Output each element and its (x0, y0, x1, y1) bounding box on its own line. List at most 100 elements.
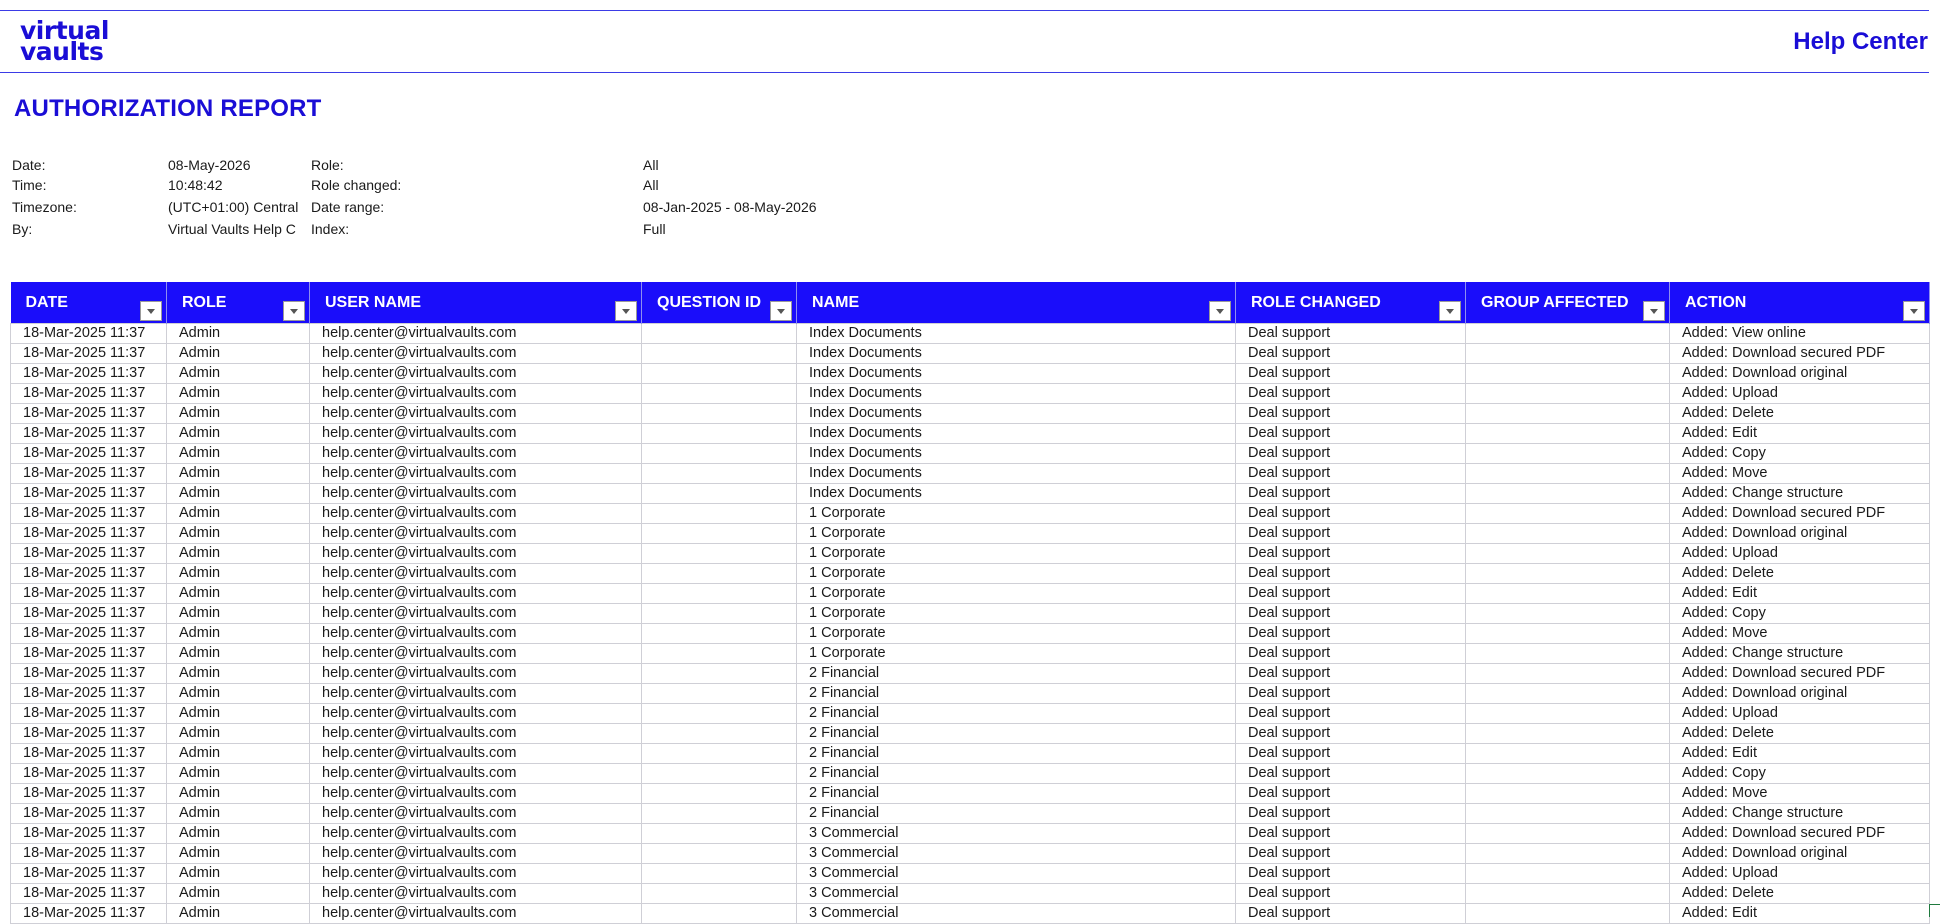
cell-action[interactable]: Added: Delete (1669, 563, 1930, 584)
cell-role[interactable]: Admin (166, 623, 310, 644)
cell-name[interactable]: Index Documents (796, 463, 1236, 484)
cell-action[interactable]: Added: Delete (1669, 403, 1930, 424)
cell-group-affected[interactable] (1465, 883, 1670, 904)
filter-dropdown-icon[interactable] (140, 301, 162, 321)
filter-dropdown-icon[interactable] (283, 301, 305, 321)
cell-action[interactable]: Added: Download secured PDF (1669, 823, 1930, 844)
table-row[interactable]: 18-Mar-2025 11:37 Admin help.center@virtua… (10, 803, 1930, 824)
cell-question-id[interactable] (641, 383, 797, 404)
cell-action[interactable]: Added: Download secured PDF (1669, 503, 1930, 524)
cell-role[interactable]: Admin (166, 603, 310, 624)
cell-role-changed[interactable]: Deal support (1235, 683, 1466, 704)
cell-action[interactable]: Added: Change structure (1669, 803, 1930, 824)
cell-question-id[interactable] (641, 863, 797, 884)
cell-date[interactable]: 18-Mar-2025 11:37 (10, 403, 167, 424)
cell-role[interactable]: Admin (166, 763, 310, 784)
cell-group-affected[interactable] (1465, 603, 1670, 624)
cell-role[interactable]: Admin (166, 563, 310, 584)
cell-action[interactable]: Added: Upload (1669, 703, 1930, 724)
table-row[interactable]: 18-Mar-2025 11:37 Admin help.center@virtua… (10, 523, 1930, 544)
table-row[interactable]: 18-Mar-2025 11:37 Admin help.center@virtua… (10, 623, 1930, 644)
table-row[interactable]: 18-Mar-2025 11:37 Admin help.center@virtua… (10, 643, 1930, 664)
cell-question-id[interactable] (641, 683, 797, 704)
cell-date[interactable]: 18-Mar-2025 11:37 (10, 803, 167, 824)
cell-date[interactable]: 18-Mar-2025 11:37 (10, 903, 167, 924)
cell-role-changed[interactable]: Deal support (1235, 703, 1466, 724)
cell-role[interactable]: Admin (166, 863, 310, 884)
cell-date[interactable]: 18-Mar-2025 11:37 (10, 563, 167, 584)
cell-user-name[interactable]: help.center@virtualvaults.com (309, 843, 642, 864)
cell-user-name[interactable]: help.center@virtualvaults.com (309, 403, 642, 424)
cell-group-affected[interactable] (1465, 403, 1670, 424)
cell-user-name[interactable]: help.center@virtualvaults.com (309, 583, 642, 604)
cell-question-id[interactable] (641, 583, 797, 604)
cell-role-changed[interactable]: Deal support (1235, 443, 1466, 464)
cell-role[interactable]: Admin (166, 823, 310, 844)
table-row[interactable]: 18-Mar-2025 11:37 Admin help.center@virtua… (10, 603, 1930, 624)
table-row[interactable]: 18-Mar-2025 11:37 Admin help.center@virtua… (10, 403, 1930, 424)
cell-question-id[interactable] (641, 343, 797, 364)
cell-action[interactable]: Added: Download secured PDF (1669, 663, 1930, 684)
cell-date[interactable]: 18-Mar-2025 11:37 (10, 343, 167, 364)
cell-action[interactable]: Added: Edit (1669, 583, 1930, 604)
cell-role[interactable]: Admin (166, 703, 310, 724)
cell-role-changed[interactable]: Deal support (1235, 763, 1466, 784)
cell-role[interactable]: Admin (166, 903, 310, 924)
table-row[interactable]: 18-Mar-2025 11:37 Admin help.center@virtua… (10, 583, 1930, 604)
cell-action[interactable]: Added: Download secured PDF (1669, 343, 1930, 364)
cell-group-affected[interactable] (1465, 463, 1670, 484)
cell-name[interactable]: 2 Financial (796, 683, 1236, 704)
cell-name[interactable]: Index Documents (796, 323, 1236, 344)
cell-date[interactable]: 18-Mar-2025 11:37 (10, 463, 167, 484)
cell-name[interactable]: 1 Corporate (796, 543, 1236, 564)
cell-action[interactable]: Added: View online (1669, 323, 1930, 344)
table-row[interactable]: 18-Mar-2025 11:37 Admin help.center@virtua… (10, 363, 1930, 384)
table-row[interactable]: 18-Mar-2025 11:37 Admin help.center@virtua… (10, 503, 1930, 524)
cell-action[interactable]: Added: Change structure (1669, 643, 1930, 664)
cell-name[interactable]: 3 Commercial (796, 903, 1236, 924)
cell-role-changed[interactable]: Deal support (1235, 403, 1466, 424)
cell-action[interactable]: Added: Move (1669, 463, 1930, 484)
table-row[interactable]: 18-Mar-2025 11:37 Admin help.center@virtua… (10, 843, 1930, 864)
cell-date[interactable]: 18-Mar-2025 11:37 (10, 583, 167, 604)
cell-date[interactable]: 18-Mar-2025 11:37 (10, 743, 167, 764)
cell-role-changed[interactable]: Deal support (1235, 603, 1466, 624)
cell-date[interactable]: 18-Mar-2025 11:37 (10, 483, 167, 504)
cell-action[interactable]: Added: Edit (1669, 743, 1930, 764)
cell-group-affected[interactable] (1465, 783, 1670, 804)
cell-user-name[interactable]: help.center@virtualvaults.com (309, 703, 642, 724)
cell-role-changed[interactable]: Deal support (1235, 783, 1466, 804)
cell-question-id[interactable] (641, 403, 797, 424)
cell-name[interactable]: Index Documents (796, 403, 1236, 424)
cell-name[interactable]: 2 Financial (796, 763, 1236, 784)
cell-date[interactable]: 18-Mar-2025 11:37 (10, 543, 167, 564)
cell-role[interactable]: Admin (166, 583, 310, 604)
cell-name[interactable]: Index Documents (796, 483, 1236, 504)
cell-name[interactable]: 2 Financial (796, 743, 1236, 764)
cell-role[interactable]: Admin (166, 783, 310, 804)
cell-role[interactable]: Admin (166, 503, 310, 524)
cell-name[interactable]: 3 Commercial (796, 863, 1236, 884)
cell-question-id[interactable] (641, 843, 797, 864)
cell-user-name[interactable]: help.center@virtualvaults.com (309, 883, 642, 904)
cell-date[interactable]: 18-Mar-2025 11:37 (10, 323, 167, 344)
cell-role-changed[interactable]: Deal support (1235, 803, 1466, 824)
cell-role[interactable]: Admin (166, 803, 310, 824)
cell-group-affected[interactable] (1465, 563, 1670, 584)
cell-date[interactable]: 18-Mar-2025 11:37 (10, 763, 167, 784)
cell-role[interactable]: Admin (166, 643, 310, 664)
table-row[interactable]: 18-Mar-2025 11:37 Admin help.center@virtua… (10, 883, 1930, 904)
cell-user-name[interactable]: help.center@virtualvaults.com (309, 463, 642, 484)
cell-group-affected[interactable] (1465, 703, 1670, 724)
cell-question-id[interactable] (641, 883, 797, 904)
cell-role-changed[interactable]: Deal support (1235, 623, 1466, 644)
table-row[interactable]: 18-Mar-2025 11:37 Admin help.center@virtua… (10, 543, 1930, 564)
cell-date[interactable]: 18-Mar-2025 11:37 (10, 723, 167, 744)
cell-role-changed[interactable]: Deal support (1235, 483, 1466, 504)
cell-user-name[interactable]: help.center@virtualvaults.com (309, 363, 642, 384)
cell-role-changed[interactable]: Deal support (1235, 903, 1466, 924)
cell-date[interactable]: 18-Mar-2025 11:37 (10, 823, 167, 844)
cell-role[interactable]: Admin (166, 463, 310, 484)
cell-group-affected[interactable] (1465, 663, 1670, 684)
cell-question-id[interactable] (641, 703, 797, 724)
